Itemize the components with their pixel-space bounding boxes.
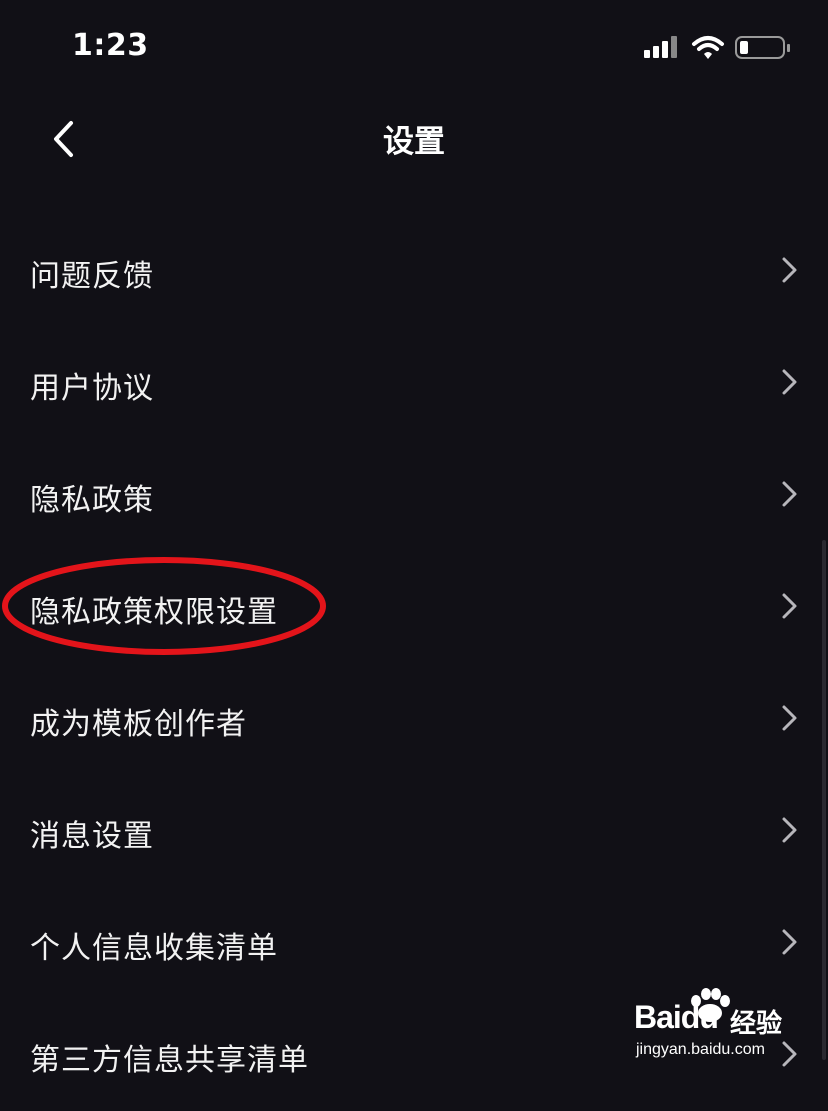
battery-icon (735, 36, 790, 59)
settings-item-label: 用户协议 (30, 371, 154, 406)
chevron-right-icon (782, 705, 797, 731)
settings-item-label: 成为模板创作者 (30, 707, 247, 742)
page-title: 设置 (383, 124, 445, 160)
settings-item-become-template-creator[interactable]: 成为模板创作者 (0, 663, 828, 775)
settings-item-personal-info-list[interactable]: 个人信息收集清单 (0, 887, 828, 999)
settings-list: 问题反馈 用户协议 隐私政策 隐私政策权限设置 成为模板创作者 消息设置 个人信… (0, 215, 828, 1111)
chevron-right-icon (782, 481, 797, 507)
status-bar: 1:23 (0, 0, 828, 96)
nav-bar: 设置 (0, 96, 828, 182)
settings-item-privacy-permissions[interactable]: 隐私政策权限设置 (0, 551, 828, 663)
cellular-signal-icon (644, 36, 677, 58)
wifi-icon (692, 36, 724, 59)
settings-item-message-settings[interactable]: 消息设置 (0, 775, 828, 887)
settings-item-label: 第三方信息共享清单 (30, 1043, 309, 1078)
chevron-right-icon (782, 369, 797, 395)
chevron-right-icon (782, 929, 797, 955)
settings-item-label: 消息设置 (30, 819, 154, 854)
chevron-right-icon (782, 1041, 797, 1067)
settings-item-label: 隐私政策 (30, 483, 154, 518)
chevron-right-icon (782, 257, 797, 283)
settings-item-third-party-sharing-list[interactable]: 第三方信息共享清单 (0, 999, 828, 1111)
settings-item-feedback[interactable]: 问题反馈 (0, 215, 828, 327)
scrollbar[interactable] (822, 540, 826, 1060)
chevron-right-icon (782, 593, 797, 619)
settings-item-user-agreement[interactable]: 用户协议 (0, 327, 828, 439)
status-time: 1:23 (72, 28, 149, 63)
settings-item-label: 隐私政策权限设置 (30, 595, 278, 630)
chevron-right-icon (782, 817, 797, 843)
settings-item-label: 问题反馈 (30, 259, 154, 294)
settings-item-privacy-policy[interactable]: 隐私政策 (0, 439, 828, 551)
status-icons (644, 34, 794, 62)
settings-item-label: 个人信息收集清单 (30, 931, 278, 966)
